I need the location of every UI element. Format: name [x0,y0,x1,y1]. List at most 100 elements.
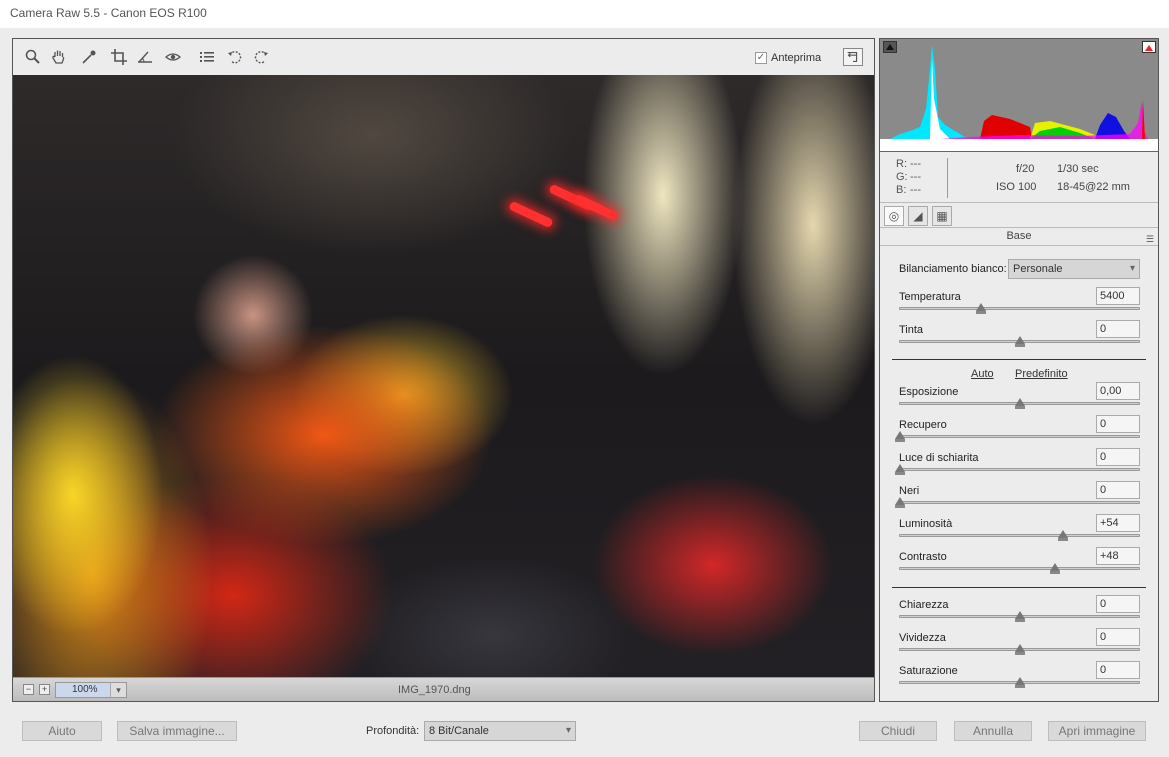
section-title: Base ☰ [880,228,1158,246]
zoom-icon[interactable] [23,47,43,67]
contrasto-slider-thumb[interactable] [1050,563,1061,574]
contrasto-label: Contrasto [899,551,947,563]
red-eye-icon[interactable] [163,47,183,67]
vividezza-value-field[interactable]: 0 [1096,628,1140,646]
help-button[interactable]: Aiuto [22,721,102,741]
tinta-label: Tinta [899,324,924,336]
fullscreen-toggle-button[interactable] [843,48,863,66]
file-name: IMG_1970.dng [398,684,471,696]
iso-value: ISO 100 [996,181,1037,193]
temperatura-label: Temperatura [899,291,961,303]
vividezza-slider-thumb[interactable] [1014,644,1025,655]
straighten-icon[interactable] [135,47,155,67]
temperatura-slider[interactable] [899,303,1140,314]
eyedropper-icon[interactable] [79,47,99,67]
tinta-slider[interactable] [899,336,1140,347]
vividezza-label: Vividezza [899,632,946,644]
vividezza-slider[interactable] [899,644,1140,655]
rgb-readout: R: --- G: --- B: --- [896,158,921,196]
saturazione-value-field[interactable]: 0 [1096,661,1140,679]
exif-left: f/20 ISO 100 [996,160,1036,196]
depth-select[interactable]: 8 Bit/Canale ▾ [424,721,576,741]
depth-value: 8 Bit/Canale [429,725,489,737]
info-divider [947,158,948,198]
status-bar: − + 100% ▾ IMG_1970.dng [13,677,874,701]
temperatura-value-field[interactable]: 5400 [1096,287,1140,305]
esposizione-slider-thumb[interactable] [1014,398,1025,409]
open-image-button[interactable]: Apri immagine [1048,721,1146,741]
fullscreen-icon [847,51,858,63]
tinta-value-field[interactable]: 0 [1096,320,1140,338]
neri-slider[interactable] [895,497,1140,508]
save-image-button[interactable]: Salva immagine... [117,721,237,741]
chiarezza-value-field[interactable]: 0 [1096,595,1140,613]
chevron-down-icon: ▾ [110,683,126,697]
luminosita-slider-thumb[interactable] [1057,530,1068,541]
default-link[interactable]: Predefinito [1015,368,1068,380]
chiarezza-slider-thumb[interactable] [1014,611,1025,622]
luminosita-slider[interactable] [899,530,1140,541]
recupero-value-field[interactable]: 0 [1096,415,1140,433]
rotate-left-icon[interactable] [225,47,245,67]
image-highlight [508,200,554,229]
temperatura-slider-thumb[interactable] [976,303,987,314]
saturazione-slider-thumb[interactable] [1014,677,1025,688]
tab-basic[interactable]: ◎ [884,206,904,226]
contrasto-value-field[interactable]: +48 [1096,547,1140,565]
exif-right: 1/30 sec 18-45@22 mm [1057,160,1130,196]
auto-link[interactable]: Auto [971,368,994,380]
histogram-graph [880,45,1158,151]
luce-di-schiarita-slider[interactable] [895,464,1140,475]
toolbar: ✓ Anteprima [13,39,874,75]
saturazione-label: Saturazione [899,665,958,677]
shutter-value: 1/30 sec [1057,163,1099,175]
lens-value: 18-45@22 mm [1057,181,1130,193]
menu-icon[interactable]: ☰ [1146,231,1154,247]
zoom-in-button[interactable]: + [39,684,50,695]
cancel-button[interactable]: Annulla [954,721,1032,741]
zoom-level-value: 100% [72,684,98,695]
recupero-slider-thumb[interactable] [895,431,905,442]
luce-di-schiarita-label: Luce di schiarita [899,452,979,464]
adjustment-panel: R: --- G: --- B: --- f/20 ISO 100 1/30 sec … [879,38,1159,702]
close-button[interactable]: Chiudi [859,721,937,741]
chevron-down-icon: ▾ [565,725,571,736]
luce-di-schiarita-value-field[interactable]: 0 [1096,448,1140,466]
preview-checkbox[interactable]: ✓ [755,52,767,64]
hand-icon[interactable] [49,47,69,67]
preview-image[interactable] [13,75,874,677]
white-balance-label: Bilanciamento bianco: [899,263,1007,275]
chevron-down-icon: ▾ [1129,263,1135,274]
luce-di-schiarita-slider-thumb[interactable] [895,464,905,475]
white-balance-value: Personale [1013,263,1063,275]
chiarezza-label: Chiarezza [899,599,949,611]
contrasto-slider[interactable] [899,563,1140,574]
aperture-value: f/20 [1016,163,1035,175]
crop-icon[interactable] [109,47,129,67]
rotate-right-icon[interactable] [251,47,271,67]
depth-label: Profondità: [366,725,420,737]
neri-slider-thumb[interactable] [895,497,905,508]
luminosita-value-field[interactable]: +54 [1096,514,1140,532]
recupero-label: Recupero [899,419,947,431]
luminosita-label: Luminosità [899,518,953,530]
tab-tone-curve[interactable]: ◢ [908,206,928,226]
saturazione-slider[interactable] [899,677,1140,688]
panel-tabs: ◎ ◢ ▦ [880,202,1158,228]
zoom-level-select[interactable]: 100% ▾ [55,682,127,698]
window-title: Camera Raw 5.5 - Canon EOS R100 [0,0,1169,28]
list-icon[interactable] [197,47,217,67]
divider [892,587,1146,588]
zoom-out-button[interactable]: − [23,684,34,695]
esposizione-value-field[interactable]: 0,00 [1096,382,1140,400]
preview-label: Anteprima [771,52,822,64]
tinta-slider-thumb[interactable] [1014,336,1025,347]
preview-workspace: ✓ Anteprima − + 100% ▾ IMG_1970.dng [12,38,875,702]
recupero-slider[interactable] [895,431,1140,442]
chiarezza-slider[interactable] [899,611,1140,622]
divider [892,359,1146,360]
esposizione-slider[interactable] [899,398,1140,409]
neri-value-field[interactable]: 0 [1096,481,1140,499]
tab-detail[interactable]: ▦ [932,206,952,226]
white-balance-select[interactable]: Personale ▾ [1008,259,1140,279]
